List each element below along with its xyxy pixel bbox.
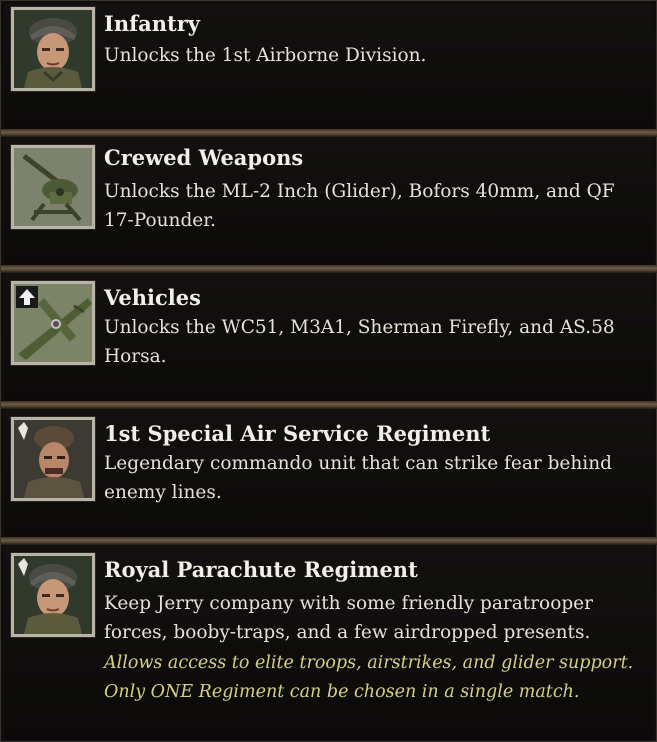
unlock-title: Royal Parachute Regiment	[104, 557, 418, 582]
commando-portrait-icon	[11, 417, 95, 501]
unlock-item-infantry: Infantry Unlocks the 1st Airborne Divisi…	[5, 3, 653, 131]
item-divider	[1, 537, 657, 545]
item-divider	[1, 265, 657, 273]
unlock-description: Legendary commando unit that can strike …	[104, 453, 612, 503]
unlock-title: Infantry	[104, 11, 200, 36]
unlock-title: Crewed Weapons	[104, 145, 304, 170]
unlock-description: Unlocks the ML-2 Inch (Glider), Bofors 4…	[104, 181, 615, 231]
unlock-description: Unlocks the WC51, M3A1, Sherman Firefly,…	[104, 317, 615, 367]
regiment-unlocks-panel: Infantry Unlocks the 1st Airborne Divisi…	[0, 0, 657, 742]
regiment-note: Allows access to elite troops, airstrike…	[104, 653, 634, 702]
unlock-item-royal-parachute-regiment: Royal Parachute Regiment Keep Jerry comp…	[5, 545, 653, 739]
unlock-title: 1st Special Air Service Regiment	[104, 421, 491, 446]
unlock-description: Keep Jerry company with some friendly pa…	[104, 593, 593, 643]
unlock-item-vehicles: Vehicles Unlocks the WC51, M3A1, Sherman…	[5, 273, 653, 401]
item-divider	[1, 401, 657, 409]
infantry-soldier-portrait-icon	[11, 7, 95, 91]
item-divider	[1, 129, 657, 137]
glider-aircraft-icon	[11, 281, 95, 365]
upgrade-arrow-icon	[16, 286, 38, 308]
unlock-item-crewed-weapons: Crewed Weapons Unlocks the ML-2 Inch (Gl…	[5, 137, 653, 265]
paratrooper-portrait-icon	[11, 553, 95, 637]
anti-aircraft-gun-icon	[11, 145, 95, 229]
unlock-description: Unlocks the 1st Airborne Division.	[104, 45, 427, 66]
unlock-title: Vehicles	[104, 285, 201, 310]
unlock-item-sas-regiment: 1st Special Air Service Regiment Legenda…	[5, 409, 653, 537]
